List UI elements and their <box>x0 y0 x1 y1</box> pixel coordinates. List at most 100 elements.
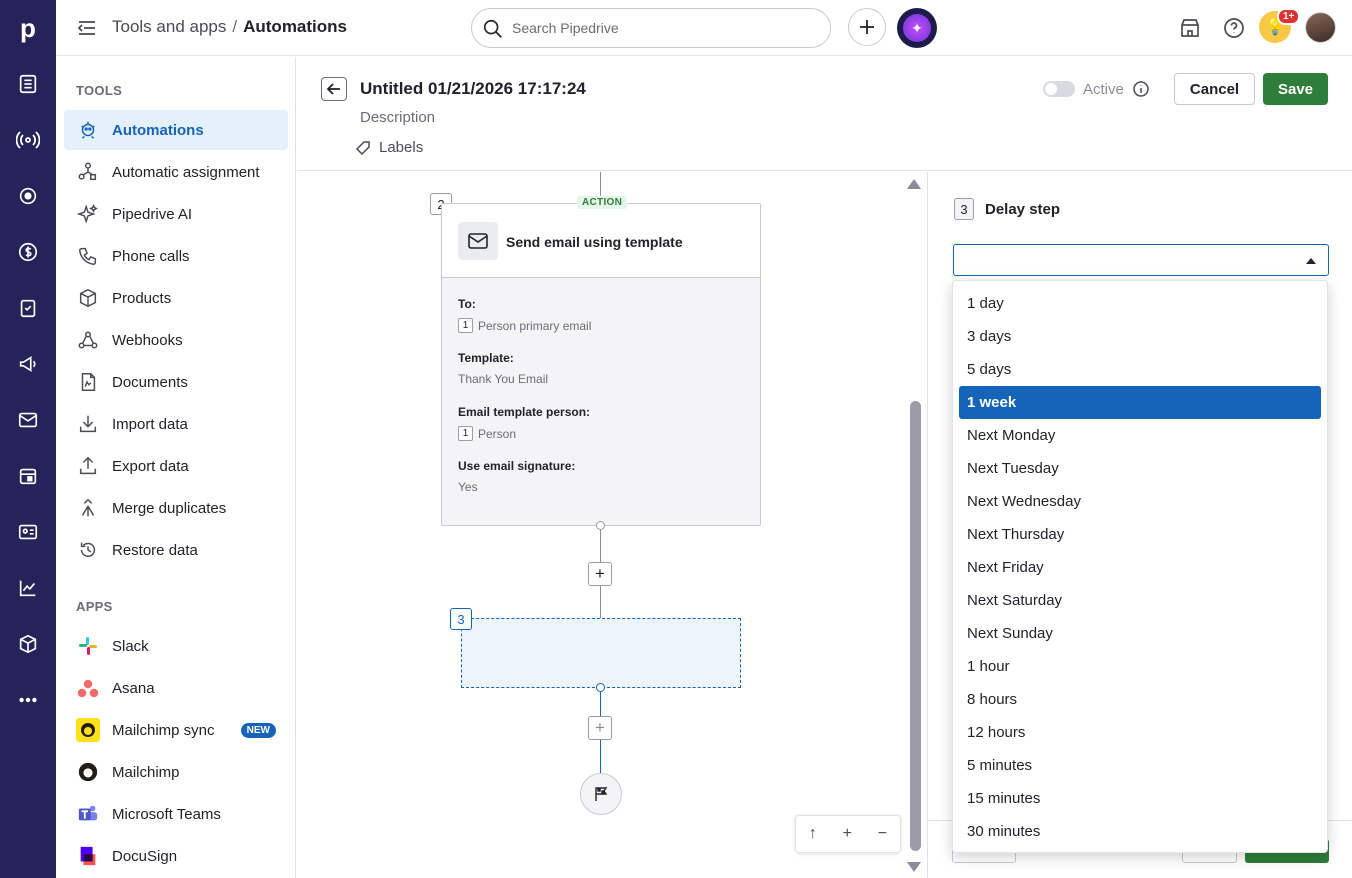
description-field[interactable]: Description <box>360 109 435 126</box>
ai-assistant-button[interactable]: ✦ <box>897 8 937 48</box>
sidebar-item-pipedrive-ai[interactable]: Pipedrive AI <box>64 194 288 234</box>
avatar[interactable] <box>1305 12 1336 43</box>
assignment-icon <box>76 160 100 184</box>
dropdown-option[interactable]: 5 days <box>959 353 1321 386</box>
dropdown-option[interactable]: 1 hour <box>959 650 1321 683</box>
sidebar-item-mailchimp[interactable]: Mailchimp <box>64 752 288 792</box>
search-input[interactable]: Search Pipedrive <box>471 8 831 48</box>
step-placeholder[interactable] <box>461 618 741 688</box>
zoom-out-button[interactable]: − <box>878 825 887 843</box>
dropdown-option[interactable]: Next Tuesday <box>959 452 1321 485</box>
sidebar-item-import-data[interactable]: Import data <box>64 404 288 444</box>
automation-title[interactable]: Untitled 01/21/2026 17:17:24 <box>360 79 586 99</box>
labels-button[interactable]: Labels <box>355 139 423 156</box>
sidebar-item-mailchimp-sync[interactable]: Mailchimp sync NEW <box>64 710 288 750</box>
sidebar-item-restore-data[interactable]: Restore data <box>64 530 288 570</box>
sparkle-icon <box>76 202 100 226</box>
dropdown-option[interactable]: Next Wednesday <box>959 485 1321 518</box>
dropdown-option[interactable]: Next Sunday <box>959 617 1321 650</box>
field-template-person: Email template person: 1 Person <box>458 405 591 441</box>
help-icon[interactable] <box>1222 16 1246 40</box>
robot-icon <box>76 118 100 142</box>
delay-options-dropdown: 1 day 3 days 5 days 1 week Next Monday Next T… <box>952 280 1328 853</box>
dollar-icon[interactable] <box>16 240 40 264</box>
dropdown-option[interactable]: 3 days <box>959 320 1321 353</box>
zoom-controls: ↑ + − <box>795 815 901 853</box>
automation-header: Untitled 01/21/2026 17:17:24 Description… <box>297 57 1352 171</box>
menu-toggle-icon[interactable] <box>76 18 98 41</box>
cancel-button[interactable]: Cancel <box>1174 73 1255 105</box>
sidebar-item-automatic-assignment[interactable]: Automatic assignment <box>64 152 288 192</box>
sidebar-item-merge-duplicates[interactable]: Merge duplicates <box>64 488 288 528</box>
step-title: Send email using template <box>506 234 683 250</box>
tag-icon <box>355 140 370 155</box>
dropdown-option[interactable]: 12 hours <box>959 716 1321 749</box>
active-toggle[interactable] <box>1043 81 1075 97</box>
marketplace-icon[interactable] <box>1178 16 1202 40</box>
sidebar-item-products[interactable]: Products <box>64 278 288 318</box>
tasks-icon[interactable] <box>16 296 40 320</box>
megaphone-icon[interactable] <box>16 352 40 376</box>
sidebar-item-webhooks[interactable]: Webhooks <box>64 320 288 360</box>
dropdown-option[interactable]: 30 minutes <box>959 815 1321 848</box>
scrollbar-thumb[interactable] <box>910 401 921 851</box>
dropdown-option[interactable]: 1 week <box>959 386 1321 419</box>
dropdown-option[interactable]: Next Thursday <box>959 518 1321 551</box>
save-button[interactable]: Save <box>1263 73 1328 105</box>
sidebar-item-asana[interactable]: Asana <box>64 668 288 708</box>
dropdown-option[interactable]: 5 minutes <box>959 749 1321 782</box>
calendar-icon[interactable] <box>16 464 40 488</box>
more-icon[interactable] <box>16 688 40 712</box>
back-button[interactable] <box>321 77 347 101</box>
pipedrive-logo[interactable]: p <box>0 0 56 56</box>
leads-icon[interactable] <box>16 72 40 96</box>
dropdown-option[interactable]: 15 minutes <box>959 782 1321 815</box>
field-to: To: 1 Person primary email <box>458 297 592 333</box>
box-icon[interactable] <box>16 632 40 656</box>
chevron-up-icon <box>1306 258 1316 264</box>
sidebar-item-docusign[interactable]: DocuSign <box>64 836 288 876</box>
chart-icon[interactable] <box>16 576 40 600</box>
broadcast-icon[interactable] <box>16 128 40 152</box>
field-template: Template: Thank You Email <box>458 351 549 386</box>
mail-icon <box>458 222 498 260</box>
sidebar-item-documents[interactable]: Documents <box>64 362 288 402</box>
tools-sidebar: TOOLS Automations Automatic assignment P… <box>56 57 296 878</box>
dropdown-option[interactable]: Next Monday <box>959 419 1321 452</box>
dropdown-option[interactable]: 8 hours <box>959 683 1321 716</box>
scroll-down-arrow[interactable] <box>907 862 921 872</box>
mailchimp-icon <box>76 760 100 784</box>
step-chip: 1 <box>458 318 473 333</box>
add-step-button[interactable]: + <box>588 562 612 586</box>
scroll-up-arrow[interactable] <box>907 179 921 189</box>
delay-select[interactable] <box>953 244 1329 276</box>
panel-title: Delay step <box>985 201 1061 218</box>
mailchimp-icon <box>76 718 100 742</box>
target-icon[interactable] <box>16 184 40 208</box>
field-signature: Use email signature: Yes <box>458 459 576 494</box>
add-step-button[interactable]: + <box>588 716 612 740</box>
sidebar-item-phone-calls[interactable]: Phone calls <box>64 236 288 276</box>
quick-add-button[interactable] <box>848 8 886 46</box>
mail-icon[interactable] <box>16 408 40 432</box>
fit-view-button[interactable]: ↑ <box>809 825 817 843</box>
sidebar-item-microsoft-teams[interactable]: Microsoft Teams <box>64 794 288 834</box>
step-card-header: Send email using template <box>442 204 760 278</box>
step-number: 3 <box>450 608 472 630</box>
contacts-icon[interactable] <box>16 520 40 544</box>
sidebar-item-automations[interactable]: Automations <box>64 110 288 150</box>
dropdown-option[interactable]: Next Saturday <box>959 584 1321 617</box>
info-icon[interactable] <box>1132 80 1150 101</box>
sidebar-item-export-data[interactable]: Export data <box>64 446 288 486</box>
dropdown-option[interactable]: 1 day <box>959 287 1321 320</box>
workflow-canvas[interactable]: 2 Send email using template To:1Person p… <box>297 172 907 878</box>
breadcrumb-parent[interactable]: Tools and apps <box>112 17 226 36</box>
zoom-in-button[interactable]: + <box>843 825 852 843</box>
step-card-send-email[interactable]: Send email using template To: 1 Person pri… <box>441 203 761 526</box>
dropdown-option[interactable]: Next Friday <box>959 551 1321 584</box>
sparkle-icon: ✦ <box>903 14 931 42</box>
sidebar-item-slack[interactable]: Slack <box>64 626 288 666</box>
notification-badge: 1+ <box>1277 8 1301 25</box>
tips-icon[interactable]: 💡 1+ <box>1259 8 1301 43</box>
active-label: Active <box>1083 81 1124 98</box>
